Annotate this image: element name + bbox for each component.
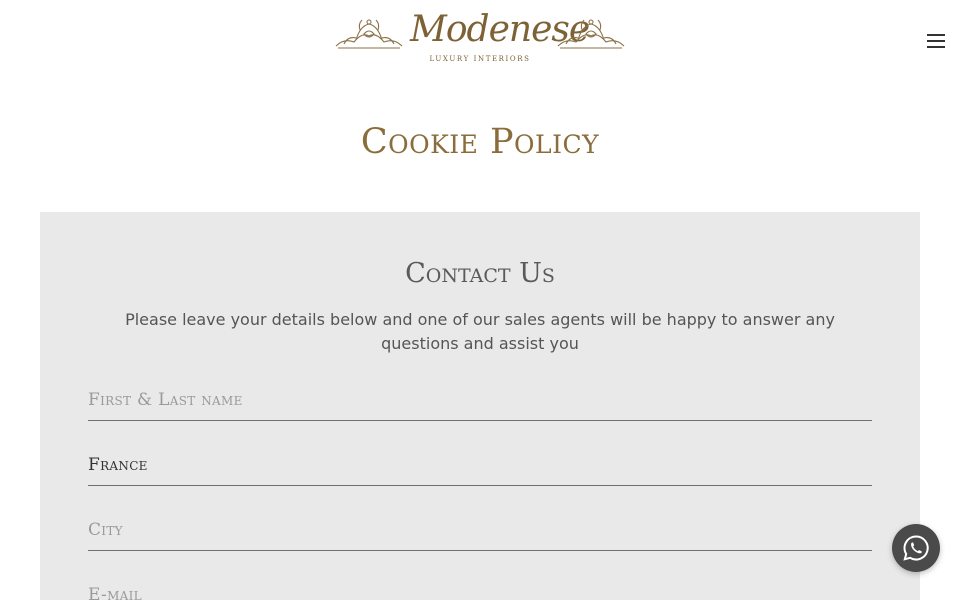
name-field-placeholder: First & Last name [88,390,243,410]
logo-tagline: LUXURY INTERIORS [429,55,531,63]
contact-description: Please leave your details below and one … [125,310,835,353]
page-title: Cookie Policy [360,122,600,162]
logo-wordmark: Modenese [410,9,590,50]
city-field-placeholder: City [88,520,123,540]
site-logo[interactable]: Modenese LUXURY INTERIORS [334,9,626,68]
hamburger-icon-line [927,46,945,48]
country-field[interactable]: France [88,445,872,486]
contact-form-panel: Contact Us Please leave your details bel… [40,212,920,600]
contact-heading: Contact Us [405,258,555,289]
ornament-right-icon [557,19,625,49]
hamburger-icon-line [927,40,945,42]
email-field-placeholder: E-mail [88,585,142,600]
name-field[interactable]: First & Last name [88,380,872,421]
city-field[interactable]: City [88,510,872,551]
email-field[interactable]: E-mail [88,575,872,600]
country-field-value: France [88,455,148,475]
hamburger-menu-button[interactable] [922,30,950,52]
ornament-left-icon [335,19,403,49]
whatsapp-button[interactable] [892,524,940,572]
site-header: Modenese LUXURY INTERIORS [0,0,960,80]
hamburger-icon [927,34,945,36]
whatsapp-icon [903,535,929,561]
